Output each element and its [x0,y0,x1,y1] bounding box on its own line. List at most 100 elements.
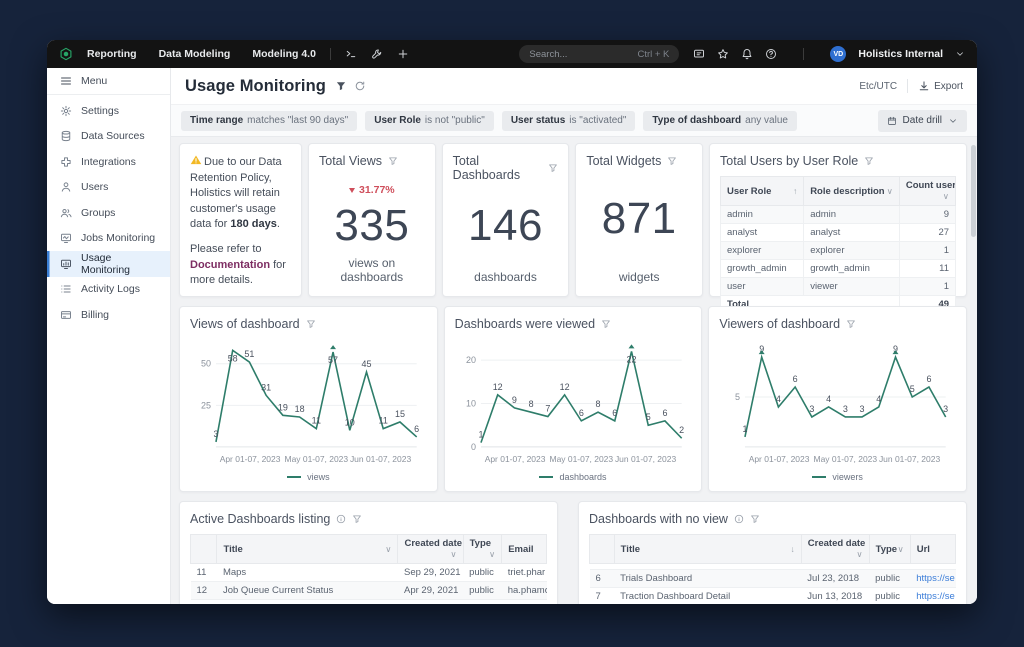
export-button[interactable]: Export [918,80,963,92]
table-row[interactable]: 12Job Queue Current StatusApr 29, 2021pu… [191,582,547,600]
column-header[interactable]: User Role↑ [721,177,804,206]
table-cell: public [463,582,502,600]
documentation-link[interactable]: Documentation [190,259,270,271]
export-label: Export [934,81,963,92]
svg-text:6: 6 [578,408,583,418]
sidebar-item-settings[interactable]: Settings [47,98,170,124]
sort-up-icon[interactable]: ↑ [793,186,797,196]
funnel-icon[interactable] [601,319,611,329]
content-scrollbar[interactable] [971,145,976,565]
sidebar-item-type-of-dashboard[interactable]: Type of dashboard any value [643,111,797,131]
sidebar-item-time-range[interactable]: Time range matches "last 90 days" [181,111,357,131]
sort-caret-icon[interactable]: ∨ [898,544,904,555]
terminal-icon[interactable] [345,48,357,60]
user-avatar[interactable]: VD [830,46,846,62]
column-header[interactable]: Url [910,535,955,564]
column-header[interactable]: Title↓ [614,535,801,564]
chart-legend[interactable]: dashboards [455,472,692,485]
search-input[interactable]: Search... Ctrl + K [519,45,679,63]
svg-text:22: 22 [626,354,636,364]
feedback-icon[interactable] [693,48,705,60]
sort-caret-icon[interactable]: ∨ [450,549,456,560]
column-header[interactable] [590,535,615,564]
table-link-cell[interactable]: https://se [910,570,955,588]
column-header[interactable]: Email [502,535,547,564]
star-icon[interactable] [717,48,729,60]
column-header[interactable]: Title∨ [217,535,398,564]
column-header[interactable]: Role description∨ [804,177,900,206]
nav-divider [330,48,331,60]
filter-icon[interactable] [335,80,347,92]
table-row[interactable]: 7Traction Dashboard DetailJun 13, 2018pu… [590,588,956,605]
refresh-icon[interactable] [354,80,366,92]
table-cell: 1 [899,278,955,296]
line-chart-dashboards: 010201129871268622562Apr 01-07, 2023May … [455,335,692,472]
column-header[interactable]: Type∨ [463,535,502,564]
sidebar-item-label: Jobs Monitoring [81,232,155,244]
sidebar-menu-toggle[interactable]: Menu [47,68,170,95]
table-row[interactable]: 6Trials DashboardJul 23, 2018publichttps… [590,570,956,588]
chart-legend[interactable]: views [190,472,427,485]
scrollbar-thumb[interactable] [971,145,976,237]
plus-icon[interactable] [397,48,409,60]
sort-caret-icon[interactable]: ∨ [856,549,862,560]
holistics-logo-icon[interactable] [59,47,73,61]
tab-reporting[interactable]: Reporting [87,48,137,60]
table-row[interactable]: userviewer1 [721,278,956,296]
table-row[interactable]: explorerexplorer1 [721,242,956,260]
svg-text:51: 51 [244,349,254,359]
info-icon[interactable] [734,514,744,524]
chevron-down-icon[interactable] [955,49,965,59]
table-row[interactable]: 13AnniversariesDec 15, 2022publicscott.b… [191,600,547,605]
help-icon[interactable] [765,48,777,60]
sort-caret-icon[interactable]: ∨ [385,544,391,555]
sidebar-item-users[interactable]: Users [47,175,170,201]
table-cell: 11 [191,564,217,582]
sidebar-item-user-role[interactable]: User Role is not "public" [365,111,494,131]
chart-legend[interactable]: viewers [719,472,956,485]
kpi-total-views-card: Total Views 31.77% 335 views on dashboar… [308,143,436,297]
funnel-icon[interactable] [750,514,760,524]
sort-caret-icon[interactable]: ∨ [943,191,949,202]
funnel-icon[interactable] [548,163,558,173]
column-header[interactable]: Created date∨ [398,535,463,564]
sidebar-item-data-sources[interactable]: Data Sources [47,124,170,150]
tab-modeling-4[interactable]: Modeling 4.0 [252,48,316,60]
sort-caret-icon[interactable]: ∨ [489,549,495,560]
column-header[interactable] [191,535,217,564]
funnel-icon[interactable] [352,514,362,524]
wrench-icon[interactable] [371,48,383,60]
sidebar-item-billing[interactable]: Billing [47,302,170,328]
tab-data-modeling[interactable]: Data Modeling [159,48,231,60]
funnel-icon[interactable] [864,156,874,166]
table-row[interactable]: adminadmin9 [721,206,956,224]
sort-down-icon[interactable]: ↓ [791,544,795,554]
column-header[interactable]: Created date∨ [801,535,869,564]
svg-text:Apr 01-07, 2023: Apr 01-07, 2023 [749,454,810,464]
line-chart-svg: 010201129871268622562Apr 01-07, 2023May … [455,335,692,467]
sidebar-item-activity-logs[interactable]: Activity Logs [47,277,170,303]
column-header[interactable]: Count users∨ [899,177,955,206]
table-row[interactable]: growth_admingrowth_admin11 [721,260,956,278]
note-paragraph-1: Due to our Data Retention Policy, Holist… [190,154,291,233]
org-name[interactable]: Holistics Internal [858,48,943,60]
table-link-cell[interactable]: https://se [910,588,955,605]
sidebar-item-groups[interactable]: Groups [47,200,170,226]
sort-caret-icon[interactable]: ∨ [887,186,893,197]
funnel-icon[interactable] [306,319,316,329]
funnel-icon[interactable] [846,319,856,329]
bell-icon[interactable] [741,48,753,60]
sidebar-item-integrations[interactable]: Integrations [47,149,170,175]
column-header[interactable]: Type∨ [869,535,910,564]
sidebar-item-jobs-monitoring[interactable]: Jobs Monitoring [47,226,170,252]
table-row[interactable]: analystanalyst27 [721,224,956,242]
legend-line-swatch [539,476,553,478]
info-icon[interactable] [336,514,346,524]
sidebar-item-user-status[interactable]: User status is "activated" [502,111,636,131]
funnel-icon[interactable] [667,156,677,166]
funnel-icon[interactable] [388,156,398,166]
sidebar-item-usage-monitoring[interactable]: Usage Monitoring [47,251,170,277]
sidebar: Menu Settings Data Sources Integrations … [47,68,171,604]
date-drill-button[interactable]: Date drill [878,110,967,132]
table-row[interactable]: 11MapsSep 29, 2021publictriet.phar [191,564,547,582]
